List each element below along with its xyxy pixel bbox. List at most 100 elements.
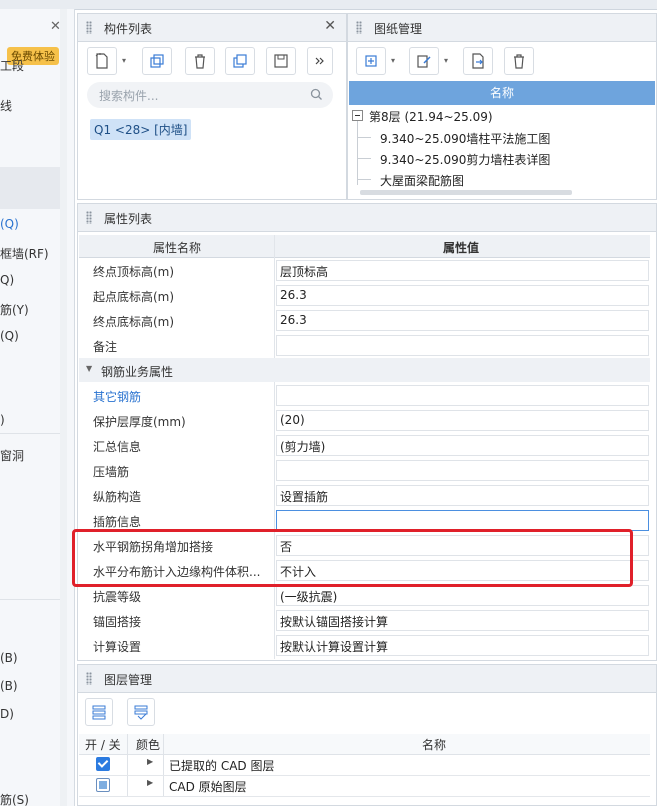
save-component-button[interactable] bbox=[266, 47, 296, 75]
more-button[interactable] bbox=[307, 47, 333, 75]
property-value-field[interactable] bbox=[276, 335, 649, 356]
left-scrollbar[interactable] bbox=[60, 9, 67, 806]
section-title: 钢筋业务属性 bbox=[101, 365, 174, 379]
collapse-arrow-icon[interactable]: ▼ bbox=[86, 364, 92, 373]
copy-component-button[interactable] bbox=[142, 47, 172, 75]
property-value-field[interactable]: 层顶标高 bbox=[276, 260, 649, 281]
nav-item[interactable]: 窗洞 bbox=[0, 447, 24, 464]
property-value-field[interactable]: (剪力墙) bbox=[276, 435, 649, 456]
panel-title: 图层管理 bbox=[104, 673, 153, 687]
property-value: (剪力墙) bbox=[280, 440, 326, 454]
nav-item[interactable]: (Q) bbox=[0, 329, 19, 343]
property-name: 终点顶标高(m) bbox=[93, 265, 175, 279]
property-row[interactable]: 计算设置 按默认计算设置计算 bbox=[79, 633, 650, 658]
layer-tool-button[interactable] bbox=[85, 698, 113, 726]
property-row[interactable]: 其它钢筋 bbox=[79, 383, 650, 408]
nav-item[interactable]: 筋(Y) bbox=[0, 301, 29, 318]
property-value-field[interactable]: 按默认计算设置计算 bbox=[276, 635, 649, 656]
layer-row[interactable]: ▶ CAD 原始图层 bbox=[79, 775, 650, 797]
property-row[interactable]: 锚固搭接 按默认锚固搭接计算 bbox=[79, 608, 650, 633]
property-name: 插筋信息 bbox=[93, 515, 142, 529]
col-header-value: 属性值 bbox=[443, 241, 480, 255]
layer-checkbox[interactable] bbox=[96, 757, 110, 771]
chevron-down-icon[interactable]: ▾ bbox=[391, 56, 395, 65]
property-name-link[interactable]: 其它钢筋 bbox=[93, 388, 141, 405]
nav-divider bbox=[0, 599, 60, 600]
drag-grip-icon[interactable] bbox=[356, 21, 362, 34]
tree-line bbox=[357, 179, 371, 180]
left-nav-panel: ✕ 免费体验 工段 线 (Q) 框墙(RF) Q) 筋(Y) (Q) ) 窗洞 … bbox=[0, 9, 75, 806]
search-icon[interactable] bbox=[310, 88, 323, 101]
nav-item[interactable]: 框墙(RF) bbox=[0, 245, 49, 262]
nav-item[interactable]: 线 bbox=[0, 97, 12, 114]
nav-item[interactable]: D) bbox=[0, 707, 14, 721]
export-drawing-button[interactable] bbox=[463, 47, 493, 75]
layer-list-icon bbox=[92, 705, 106, 720]
component-list-item[interactable]: Q1 <28> [内墙] bbox=[90, 119, 192, 140]
nav-item[interactable]: Q) bbox=[0, 273, 14, 287]
new-component-button[interactable] bbox=[87, 47, 117, 75]
delete-component-button[interactable] bbox=[185, 47, 215, 75]
drag-grip-icon[interactable] bbox=[86, 211, 92, 224]
close-icon[interactable]: ✕ bbox=[324, 18, 336, 34]
property-row[interactable]: 备注 bbox=[79, 333, 650, 358]
property-value: 设置插筋 bbox=[280, 490, 329, 504]
layer-tool-button[interactable] bbox=[127, 698, 155, 726]
edit-icon bbox=[417, 55, 431, 68]
property-row[interactable]: 压墙筋 bbox=[79, 458, 650, 483]
property-row[interactable]: 保护层厚度(mm) (20) bbox=[79, 408, 650, 433]
nav-selected-row[interactable] bbox=[0, 167, 60, 209]
property-value: (20) bbox=[280, 413, 305, 427]
nav-item[interactable]: 筋(S) bbox=[0, 791, 29, 806]
delete-drawing-button[interactable] bbox=[504, 47, 534, 75]
property-value-field[interactable]: 26.3 bbox=[276, 285, 649, 306]
property-row[interactable]: 终点顶标高(m) 层顶标高 bbox=[79, 258, 650, 283]
drag-grip-icon[interactable] bbox=[86, 21, 92, 34]
col-header-name: 属性名称 bbox=[153, 241, 202, 255]
drag-grip-icon[interactable] bbox=[86, 672, 92, 685]
property-name: 备注 bbox=[93, 340, 118, 354]
horizontal-scrollbar[interactable] bbox=[360, 190, 572, 195]
property-value-field[interactable] bbox=[276, 460, 649, 481]
floor-node[interactable]: 第8层 (21.94~25.09) bbox=[369, 108, 493, 125]
nav-item[interactable]: (Q) bbox=[0, 217, 19, 231]
expand-arrow-icon[interactable]: ▶ bbox=[147, 778, 153, 787]
tree-line bbox=[357, 121, 358, 185]
chevron-down-icon[interactable]: ▾ bbox=[444, 56, 448, 65]
layer-checkbox[interactable] bbox=[96, 778, 110, 792]
property-row[interactable]: 终点底标高(m) 26.3 bbox=[79, 308, 650, 333]
drawing-item[interactable]: 9.340~25.090剪力墙柱表详图 bbox=[380, 151, 550, 168]
property-value-field[interactable] bbox=[276, 510, 649, 531]
drawing-item[interactable]: 9.340~25.090墙柱平法施工图 bbox=[380, 130, 550, 147]
property-value-field[interactable]: (20) bbox=[276, 410, 649, 431]
drawing-item[interactable]: 大屋面梁配筋图 bbox=[380, 172, 464, 189]
property-value: 按默认锚固搭接计算 bbox=[280, 615, 389, 629]
rebar-section-header[interactable]: ▼ 钢筋业务属性 bbox=[79, 358, 650, 382]
property-name: 计算设置 bbox=[93, 640, 142, 654]
expand-arrow-icon[interactable]: ▶ bbox=[147, 757, 153, 766]
property-row[interactable]: 汇总信息 (剪力墙) bbox=[79, 433, 650, 458]
property-value-field[interactable]: 按默认锚固搭接计算 bbox=[276, 610, 649, 631]
property-value-field[interactable] bbox=[276, 385, 649, 406]
chevron-down-icon[interactable]: ▾ bbox=[122, 56, 126, 65]
nav-item[interactable]: 工段 bbox=[0, 57, 24, 74]
search-input[interactable]: 搜索构件... bbox=[87, 82, 333, 108]
layer-row[interactable]: ▶ 已提取的 CAD 图层 bbox=[79, 754, 650, 776]
property-grid-header: 属性名称 属性值 bbox=[79, 235, 650, 258]
nav-item[interactable]: ) bbox=[0, 413, 5, 427]
nav-item[interactable]: (B) bbox=[0, 651, 18, 665]
panel-title: 属性列表 bbox=[104, 212, 153, 226]
drawing-column-header[interactable]: 名称 bbox=[349, 81, 655, 105]
property-row[interactable]: 起点底标高(m) 26.3 bbox=[79, 283, 650, 308]
property-value-field[interactable]: (一级抗震) bbox=[276, 585, 649, 606]
copy-to-floor-button[interactable] bbox=[225, 47, 255, 75]
nav-item[interactable]: (B) bbox=[0, 679, 18, 693]
property-row[interactable]: 纵筋构造 设置插筋 bbox=[79, 483, 650, 508]
collapse-icon[interactable] bbox=[352, 110, 363, 121]
property-value-field[interactable]: 设置插筋 bbox=[276, 485, 649, 506]
layer-filter-icon bbox=[134, 705, 148, 720]
property-value: 26.3 bbox=[280, 313, 307, 327]
edit-drawing-button[interactable] bbox=[409, 47, 439, 75]
property-value-field[interactable]: 26.3 bbox=[276, 310, 649, 331]
add-drawing-button[interactable] bbox=[356, 47, 386, 75]
